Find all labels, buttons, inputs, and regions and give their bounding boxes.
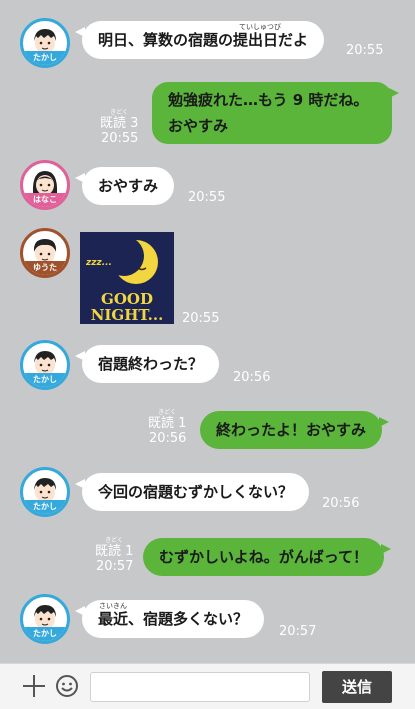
- message-time: 20:55: [100, 131, 139, 146]
- message-bubble[interactable]: むずかしいよね。がんばって！: [143, 538, 391, 576]
- message-time: 20:55: [182, 311, 220, 326]
- message-text: 宿題終わった？: [98, 355, 204, 373]
- message-text: 明日、算数の宿題の提出日だよ: [98, 31, 309, 49]
- message-bubble[interactable]: 最近、宿題多くない？ さいきん: [74, 600, 265, 638]
- avatar-yuta[interactable]: ゆうた: [20, 228, 70, 278]
- furigana: さいきん: [99, 602, 127, 610]
- message-bubble[interactable]: 勉強疲れた…もう 9 時だね。 おやすみ: [152, 82, 399, 144]
- avatar-hanako[interactable]: はなこ: [20, 160, 70, 210]
- message-input[interactable]: [90, 672, 310, 702]
- message-bubble[interactable]: 終わったよ！おやすみ: [200, 411, 390, 449]
- message-bubble[interactable]: 今回の宿題むずかしくない？: [74, 473, 310, 511]
- plus-icon[interactable]: [22, 674, 46, 698]
- message-bubble[interactable]: 明日、算数の宿題の提出日だよ ていしゅつび: [74, 21, 325, 59]
- message-text: むずかしいよね。がんばって！: [159, 548, 368, 566]
- message-text: おやすみ: [168, 117, 229, 135]
- avatar-name: たかし: [23, 500, 67, 514]
- message-time: 20:56: [233, 370, 271, 385]
- good-night-sticker[interactable]: zzz... GOOD NIGHT...: [80, 232, 174, 324]
- read-count: 既読 3: [100, 116, 139, 131]
- avatar-takashi[interactable]: たかし: [20, 467, 70, 517]
- message-time: 20:55: [346, 43, 384, 58]
- message-time: 20:56: [322, 496, 360, 511]
- avatar-name: たかし: [23, 627, 67, 641]
- furigana: ていしゅつび: [239, 23, 281, 31]
- avatar-takashi[interactable]: たかし: [20, 340, 70, 390]
- sticker-text: NIGHT...: [90, 306, 164, 324]
- message-time: 20:56: [148, 431, 187, 446]
- message-time: 20:55: [188, 190, 226, 205]
- smiley-icon[interactable]: [55, 674, 79, 698]
- message-text: 最近、宿題多くない？: [98, 610, 249, 628]
- avatar-name: はなこ: [23, 193, 67, 207]
- chat-area[interactable]: たかし 明日、算数の宿題の提出日だよ ていしゅつび 20:55 きどく 既読 3…: [0, 0, 415, 663]
- message-bubble[interactable]: 宿題終わった？: [74, 345, 220, 383]
- message-text: おやすみ: [98, 177, 159, 195]
- message-bubble[interactable]: おやすみ: [74, 167, 175, 205]
- message-text: 勉強疲れた…もう 9 時だね。: [168, 91, 369, 109]
- avatar-name: たかし: [23, 51, 67, 65]
- zzz-text: zzz...: [86, 258, 112, 268]
- message-time: 20:57: [279, 624, 317, 639]
- message-text: 終わったよ！おやすみ: [216, 421, 367, 439]
- avatar-takashi[interactable]: たかし: [20, 18, 70, 68]
- sticker-text: GOOD: [101, 290, 153, 308]
- read-receipt: きどく 既読 3 20:55: [100, 110, 139, 147]
- avatar-name: ゆうた: [23, 261, 67, 275]
- message-time: 20:57: [95, 559, 134, 574]
- avatar-name: たかし: [23, 373, 67, 387]
- read-count: 既読 1: [95, 544, 134, 559]
- read-receipt: きどく 既読 1 20:57: [95, 538, 134, 575]
- message-text: 今回の宿題むずかしくない？: [98, 483, 294, 501]
- read-count: 既読 1: [148, 416, 187, 431]
- avatar-takashi[interactable]: たかし: [20, 594, 70, 644]
- read-receipt: きどく 既読 1 20:56: [148, 410, 187, 447]
- send-button[interactable]: 送信: [322, 671, 392, 703]
- message-input-bar: 送信: [0, 663, 415, 709]
